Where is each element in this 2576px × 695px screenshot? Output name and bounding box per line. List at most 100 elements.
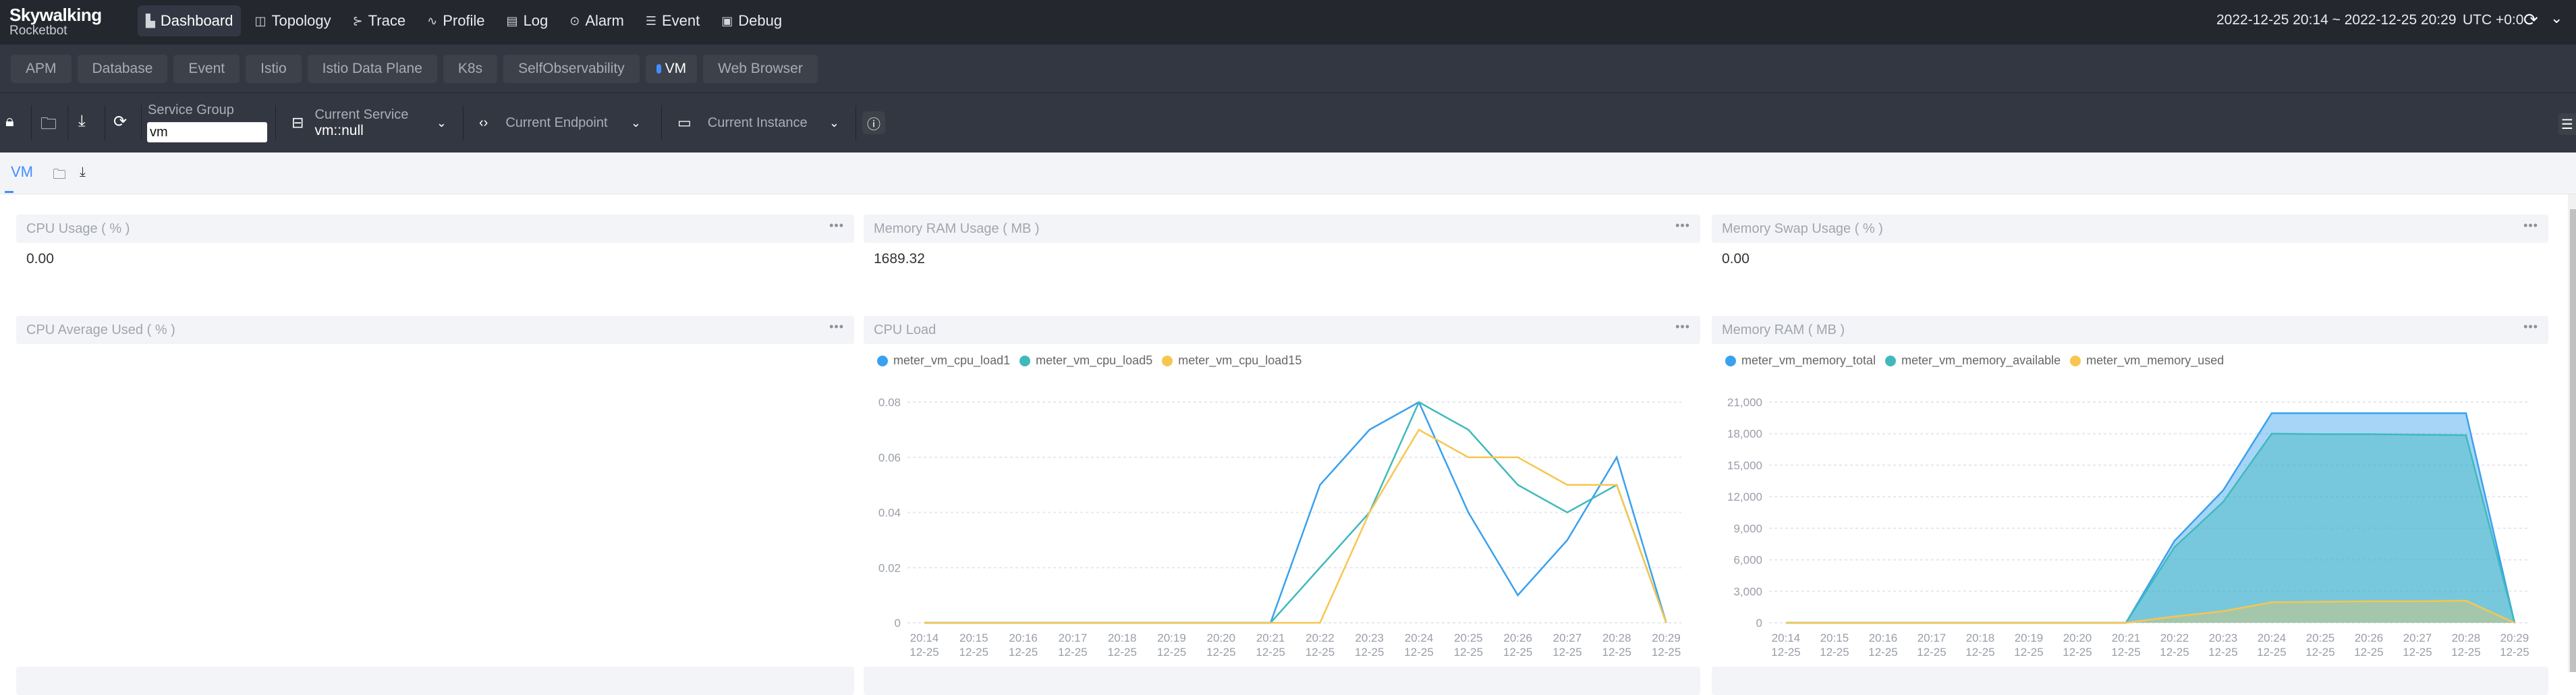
memory-swap-usage-value: 0.00 — [1722, 251, 1749, 267]
x-tick-label: 20:1412-25 — [1771, 632, 1800, 659]
x-tick-label: 20:2012-25 — [1206, 632, 1235, 659]
more-options-icon[interactable]: ••• — [829, 320, 844, 334]
nav-item-label: Event — [662, 12, 700, 30]
trace-icon: ⊱ — [353, 14, 363, 28]
y-tick-label: 6,000 — [1733, 554, 1762, 567]
nav-item-debug[interactable]: ▣Debug — [713, 5, 790, 36]
layer-tab-database[interactable]: Database — [78, 55, 168, 83]
more-options-icon[interactable]: ••• — [2523, 219, 2538, 233]
x-tick-label: 20:2412-25 — [1404, 632, 1433, 659]
legend-marker — [1019, 356, 1030, 366]
scrollbar-thumb[interactable] — [2570, 209, 2576, 672]
nav-item-log[interactable]: ▤Log — [499, 5, 557, 36]
x-tick-label: 20:2712-25 — [2403, 632, 2432, 659]
more-options-icon[interactable]: ••• — [1675, 219, 1690, 233]
legend-item[interactable]: meter_vm_memory_used — [2070, 354, 2224, 368]
layer-tab-label: APM — [26, 61, 57, 77]
nav-item-topology[interactable]: ◫Topology — [246, 5, 339, 36]
chevron-down-icon: ⌄ — [829, 116, 839, 130]
legend-item[interactable]: meter_vm_cpu_load5 — [1019, 354, 1152, 368]
current-instance-select[interactable]: ▭ Current Instance ⌄ — [677, 93, 839, 152]
layer-tab-apm[interactable]: APM — [11, 55, 72, 83]
current-service-select[interactable]: ⊟ Current Service vm::null ⌄ — [291, 93, 447, 152]
widget-header-cpu-load: CPU Load ••• — [864, 316, 1700, 344]
nav-item-event[interactable]: ☰ Event — [638, 5, 708, 36]
x-tick-label: 20:1712-25 — [1058, 632, 1087, 659]
nav-item-profile[interactable]: ∿Profile — [419, 5, 493, 36]
lock-icon[interactable]: 🔒︎ — [5, 112, 14, 131]
profile-icon: ∿ — [427, 14, 437, 28]
service-group-input[interactable] — [147, 122, 267, 142]
legend-item[interactable]: meter_vm_cpu_load1 — [877, 354, 1010, 368]
time-range-picker[interactable]: 2022-12-25 20:14 ~ 2022-12-25 20:29 — [2216, 12, 2457, 28]
layer-tab-istio[interactable]: Istio — [246, 55, 302, 83]
series-line-meter_vm_cpu_load5 — [924, 402, 1667, 623]
layer-tab-selfobservability[interactable]: SelfObservability — [503, 55, 640, 83]
topology-icon: ◫ — [254, 14, 266, 28]
tab-vm[interactable]: VM — [11, 163, 33, 181]
legend-label: meter_vm_cpu_load5 — [1036, 354, 1152, 368]
download-icon[interactable]: ⤓ — [78, 112, 86, 131]
x-tick-label: 20:2512-25 — [1454, 632, 1483, 659]
nav-item-alarm[interactable]: ⊙Alarm — [561, 5, 632, 36]
info-icon: ⓘ — [867, 113, 880, 133]
series-line-meter_vm_cpu_load15 — [924, 430, 1667, 623]
y-tick-label: 0.06 — [878, 451, 901, 464]
layer-tab-vm[interactable]: VM — [646, 55, 698, 83]
x-tick-label: 20:1612-25 — [1868, 632, 1897, 659]
service-group-label: Service Group — [148, 103, 234, 118]
layer-tab-event[interactable]: Event — [173, 55, 240, 83]
current-endpoint-select[interactable]: ‹› Current Endpoint ⌄ — [479, 93, 641, 152]
layer-tab-label: Event — [188, 61, 225, 77]
layer-tab-k8s[interactable]: K8s — [443, 55, 497, 83]
y-tick-label: 9,000 — [1733, 522, 1762, 535]
more-options-icon[interactable]: ••• — [1675, 320, 1690, 334]
nav-item-trace[interactable]: ⊱Trace — [345, 5, 414, 36]
more-options-icon[interactable]: ••• — [829, 219, 844, 233]
y-tick-label: 0 — [895, 617, 901, 630]
widget-header-cpu-usage: CPU Usage ( % ) ••• — [16, 215, 854, 243]
x-tick-label: 20:1812-25 — [1107, 632, 1136, 659]
chevron-down-icon[interactable]: ⌄ — [2550, 9, 2563, 27]
legend-item[interactable]: meter_vm_cpu_load15 — [1162, 354, 1301, 368]
info-button[interactable]: ⓘ — [862, 111, 885, 134]
widget-title: CPU Usage ( % ) — [26, 221, 130, 237]
x-tick-label: 20:2612-25 — [2354, 632, 2383, 659]
legend-item[interactable]: meter_vm_memory_available — [1885, 354, 2061, 368]
x-tick-label: 20:1912-25 — [2014, 632, 2043, 659]
active-tab-indicator — [5, 191, 13, 193]
x-tick-label: 20:2112-25 — [1256, 632, 1285, 659]
x-tick-label: 20:2212-25 — [2160, 632, 2189, 659]
layer-tab-istio-data-plane[interactable]: Istio Data Plane — [308, 55, 437, 83]
indent-icon: ☰ — [2561, 116, 2573, 133]
widget-title: Memory RAM ( MB ) — [1722, 323, 1845, 338]
logo-title: Skywalking — [9, 5, 102, 24]
layer-tab-web-browser[interactable]: Web Browser — [703, 55, 818, 83]
logo-subtitle: Rocketbot — [9, 24, 102, 38]
event-icon: ☰ — [646, 14, 656, 28]
service-icon: ⊟ — [291, 114, 304, 132]
log-icon: ▤ — [507, 14, 518, 28]
y-tick-label: 0.08 — [878, 396, 901, 409]
more-options-icon[interactable]: ••• — [2523, 320, 2538, 334]
refresh-icon[interactable]: ⟳ — [113, 112, 127, 132]
active-indicator — [656, 64, 661, 74]
divider — [141, 105, 142, 140]
divider — [275, 105, 276, 140]
widget-header-memory-ram: Memory RAM ( MB ) ••• — [1712, 316, 2548, 344]
nav-item-dashboard[interactable]: ▙Dashboard — [138, 5, 241, 36]
current-service-value: vm::null — [314, 123, 408, 139]
layer-tab-label: K8s — [458, 61, 482, 77]
download-icon[interactable]: ⤓ — [80, 165, 86, 180]
auto-refresh-icon[interactable]: ⟳ — [2523, 9, 2538, 30]
widget-header-row3-2 — [864, 667, 1700, 695]
toggle-panel-button[interactable]: ☰ — [2558, 113, 2576, 135]
dashboard-toolbar: 🔒︎ 🗀 ⤓ ⟳ Service Group ⊟ Current Service… — [0, 93, 2576, 152]
legend-item[interactable]: meter_vm_memory_total — [1725, 354, 1876, 368]
chevron-down-icon: ⌄ — [437, 116, 447, 130]
folder-icon[interactable]: 🗀 — [53, 165, 66, 188]
folder-icon[interactable]: 🗀 — [40, 112, 57, 140]
nav-item-label: Debug — [738, 12, 782, 30]
y-tick-label: 12,000 — [1727, 491, 1762, 503]
divider — [463, 105, 464, 140]
